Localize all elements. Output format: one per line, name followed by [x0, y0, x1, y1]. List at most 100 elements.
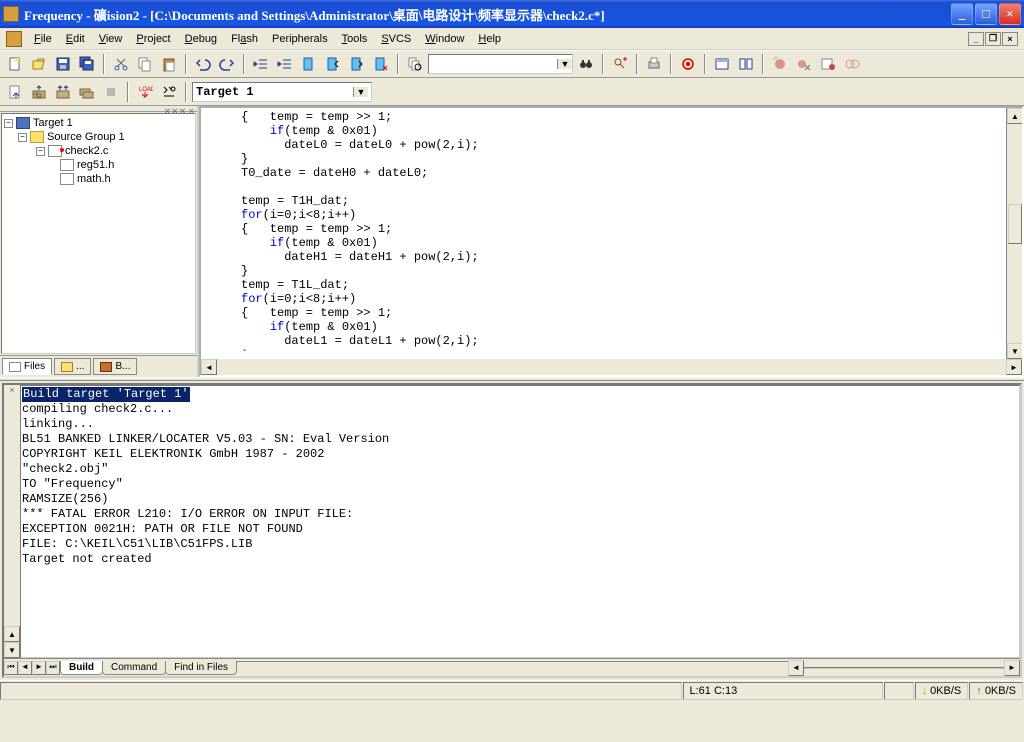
options-button[interactable] [158, 81, 180, 103]
scroll-down-button[interactable]: ▼ [4, 642, 20, 658]
print-button[interactable] [643, 53, 665, 75]
bookmark-toggle-button[interactable] [298, 53, 320, 75]
statusbar: L:61 C:13 ↓ 0KB/S ↑ 0KB/S [0, 680, 1024, 700]
scroll-left-button[interactable]: ◄ [201, 359, 217, 375]
build-output-line: RAMSIZE(256) [22, 492, 1018, 507]
save-button[interactable] [52, 53, 74, 75]
menu-help[interactable]: Help [472, 31, 507, 47]
find-in-files-button[interactable] [404, 53, 426, 75]
tab-books[interactable]: B... [93, 358, 137, 375]
find-combo[interactable]: ▼ [428, 54, 573, 74]
menu-debug[interactable]: Debug [179, 31, 223, 47]
tree-file-math[interactable]: math.h [4, 172, 193, 186]
tab-last-button[interactable]: ⏭ [46, 661, 60, 675]
tab-find-in-files[interactable]: Find in Files [165, 661, 237, 675]
tree-target[interactable]: −Target 1 [4, 116, 193, 130]
build-output-line: Build target 'Target 1' [22, 387, 190, 402]
incremental-find-button[interactable] [609, 53, 631, 75]
new-file-button[interactable] [4, 53, 26, 75]
tree-file-reg51[interactable]: reg51.h [4, 158, 193, 172]
scroll-up-button[interactable]: ▲ [1007, 108, 1022, 124]
breakpoint-enable-button[interactable] [817, 53, 839, 75]
build-button[interactable] [28, 81, 50, 103]
redo-button[interactable] [216, 53, 238, 75]
tab-label: Files [24, 361, 45, 372]
bookmark-prev-button[interactable] [322, 53, 344, 75]
hscroll-right-button[interactable]: ► [1004, 660, 1020, 676]
binoculars-button[interactable] [575, 53, 597, 75]
scroll-up-button[interactable]: ▲ [4, 626, 20, 642]
menu-svcs[interactable]: SVCS [375, 31, 417, 47]
editor-hscrollbar[interactable]: ◄ ► [201, 359, 1022, 375]
mdi-close-button[interactable]: × [1002, 32, 1018, 46]
chevron-down-icon[interactable]: ▼ [353, 87, 368, 97]
menu-file[interactable]: File [28, 31, 58, 47]
source-code[interactable]: { temp = temp >> 1; if(temp & 0x01) date… [201, 108, 1022, 359]
download-button[interactable]: LOAD [134, 81, 156, 103]
outdent-button[interactable] [250, 53, 272, 75]
copy-button[interactable] [134, 53, 156, 75]
find-input[interactable] [429, 55, 557, 73]
mdi-restore-button[interactable]: ❐ [985, 32, 1001, 46]
build-output-line: FILE: C:\KEIL\C51\LIB\C51FPS.LIB [22, 537, 1018, 552]
mdi-minimize-button[interactable]: _ [968, 32, 984, 46]
tab-prev-button[interactable]: ◄ [18, 661, 32, 675]
scroll-down-button[interactable]: ▼ [1007, 343, 1022, 359]
minimize-button[interactable]: _ [951, 3, 973, 25]
tab-build[interactable]: Build [60, 661, 103, 675]
bookmark-next-button[interactable] [346, 53, 368, 75]
tab-next-button[interactable]: ► [32, 661, 46, 675]
cut-button[interactable] [110, 53, 132, 75]
window-button-2[interactable] [735, 53, 757, 75]
status-net-up: ↑ 0KB/S [969, 682, 1023, 700]
tab-first-button[interactable]: ⏮ [4, 661, 18, 675]
menu-edit[interactable]: Edit [60, 31, 91, 47]
menu-view[interactable]: View [93, 31, 129, 47]
translate-button[interactable] [4, 81, 26, 103]
save-all-button[interactable] [76, 53, 98, 75]
tree-group[interactable]: −Source Group 1 [4, 130, 193, 144]
bookmark-clear-button[interactable] [370, 53, 392, 75]
project-pane: ⨯⨯⨯ × −Target 1 −Source Group 1 −check2.… [0, 106, 199, 377]
menu-window[interactable]: Window [419, 31, 470, 47]
editor-viewport[interactable]: { temp = temp >> 1; if(temp & 0x01) date… [201, 108, 1022, 359]
menu-flash[interactable]: Flash [225, 31, 264, 47]
stop-build-button[interactable] [100, 81, 122, 103]
breakpoint-button[interactable] [769, 53, 791, 75]
scroll-thumb[interactable] [1008, 204, 1022, 244]
target-selector[interactable]: ▼ [192, 82, 372, 102]
pane-grip[interactable]: ⨯⨯⨯ × [0, 106, 197, 112]
maximize-button[interactable]: □ [975, 3, 997, 25]
output-left-gutter[interactable]: × ▲ ▼ [4, 385, 20, 658]
paste-button[interactable] [158, 53, 180, 75]
status-pane [884, 682, 914, 700]
menu-peripherals[interactable]: Peripherals [266, 31, 334, 47]
tab-regs[interactable]: ... [54, 358, 91, 375]
scroll-right-button[interactable]: ► [1006, 359, 1022, 375]
debug-start-button[interactable] [677, 53, 699, 75]
menu-project[interactable]: Project [130, 31, 176, 47]
chevron-down-icon[interactable]: ▼ [557, 59, 572, 69]
build-batch-button[interactable] [76, 81, 98, 103]
hscroll-left-button[interactable]: ◄ [788, 660, 804, 676]
build-output[interactable]: Build target 'Target 1' compiling check2… [20, 385, 1020, 658]
editor-vscrollbar[interactable]: ▲ ▼ [1006, 108, 1022, 359]
window-button-1[interactable] [711, 53, 733, 75]
breakpoint-kill-button[interactable] [793, 53, 815, 75]
target-selector-input[interactable] [193, 83, 353, 101]
project-tree[interactable]: −Target 1 −Source Group 1 −check2.c reg5… [1, 113, 196, 354]
breakpoint-disable-button[interactable] [841, 53, 863, 75]
open-file-button[interactable] [28, 53, 50, 75]
rebuild-button[interactable] [52, 81, 74, 103]
indent-button[interactable] [274, 53, 296, 75]
undo-button[interactable] [192, 53, 214, 75]
output-tabs: ⏮ ◄ ► ⏭ Build Command Find in Files ◄ ► [4, 658, 1020, 676]
tab-files[interactable]: Files [2, 358, 52, 375]
build-output-line: BL51 BANKED LINKER/LOCATER V5.03 - SN: E… [22, 432, 1018, 447]
menu-tools[interactable]: Tools [336, 31, 374, 47]
horizontal-splitter[interactable] [0, 377, 1024, 381]
close-button[interactable]: × [999, 3, 1021, 25]
tab-command[interactable]: Command [102, 661, 166, 675]
build-output-line: Target not created [22, 552, 1018, 567]
tree-file-check2[interactable]: −check2.c [4, 144, 193, 158]
